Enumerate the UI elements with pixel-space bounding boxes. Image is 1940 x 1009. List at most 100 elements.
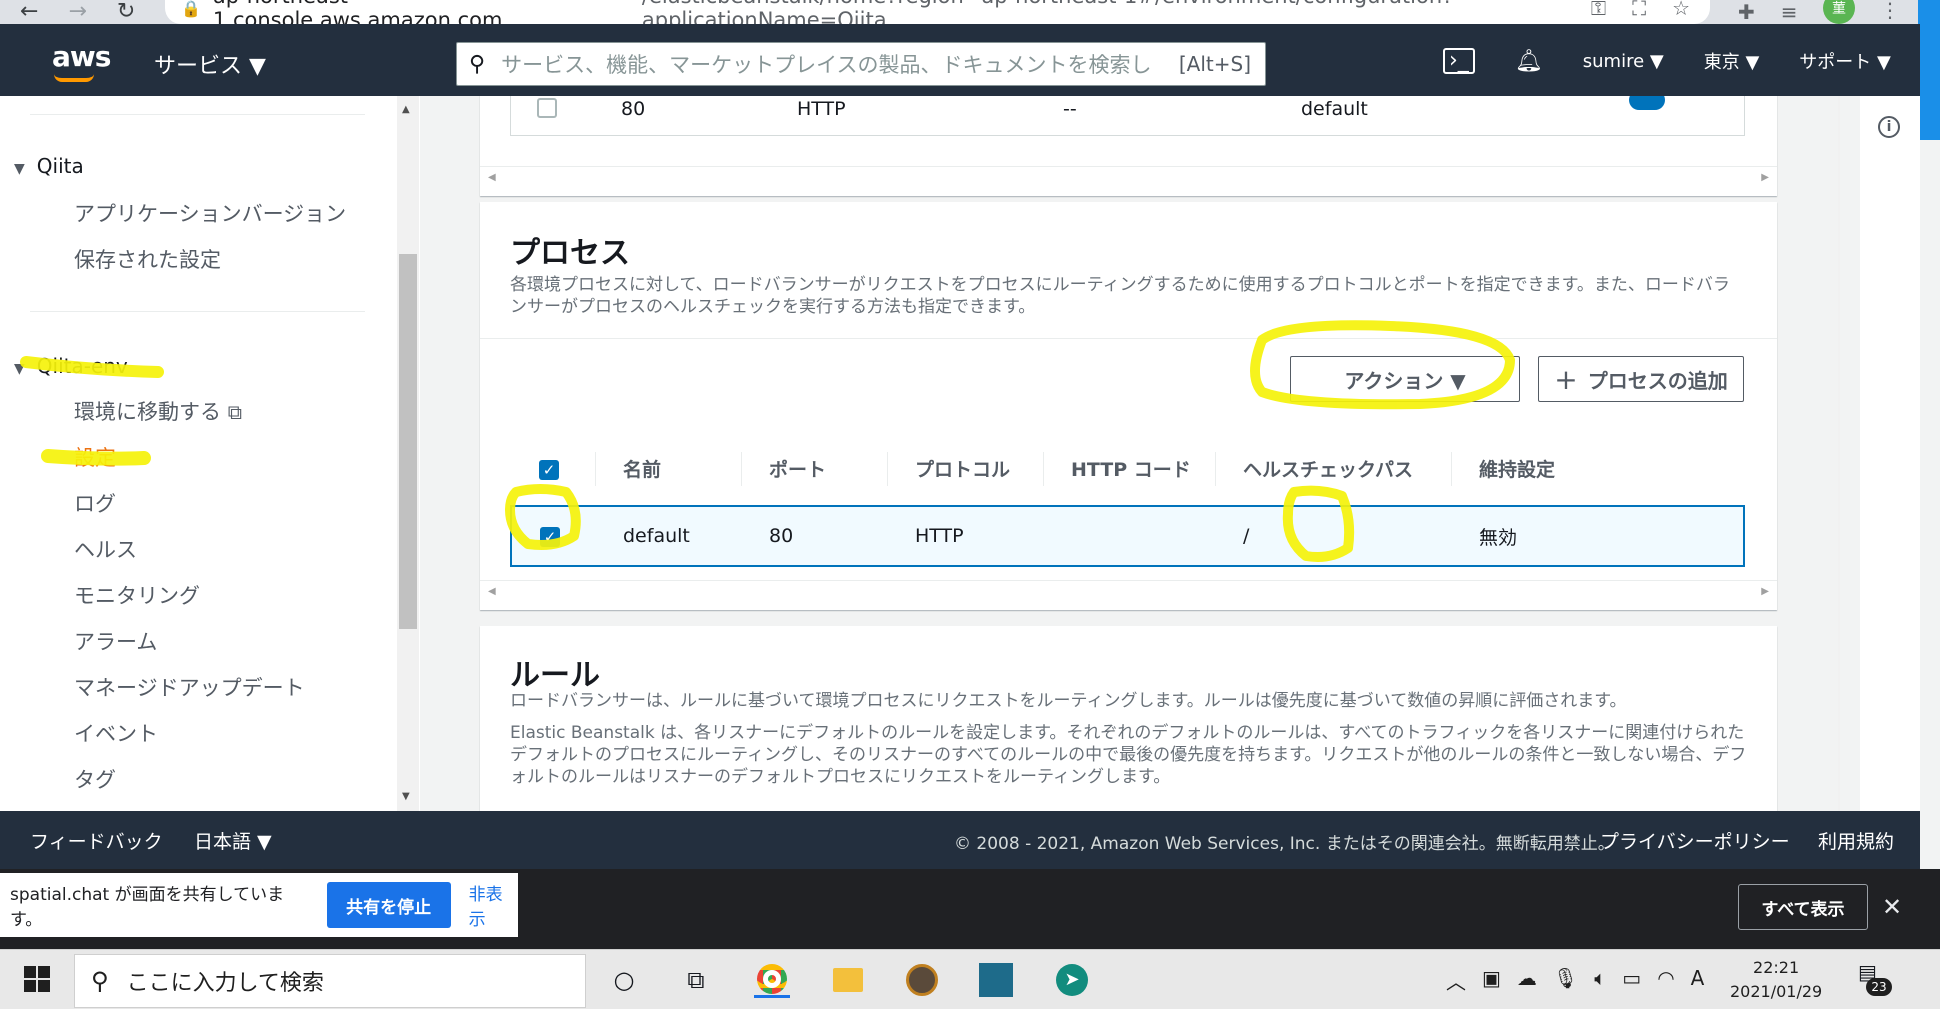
translate-icon[interactable]: ⛶ bbox=[1632, 0, 1646, 20]
col-name[interactable]: 名前 bbox=[595, 432, 741, 507]
region-menu[interactable]: 東京 ▼ bbox=[1704, 48, 1760, 74]
cell-stickiness: 無効 bbox=[1451, 505, 1745, 567]
main-scrollbar[interactable]: ▲ ▼ bbox=[1838, 96, 1840, 811]
clock-date: 2021/01/29 bbox=[1730, 982, 1823, 1001]
scroll-up-icon[interactable]: ▲ bbox=[402, 104, 410, 115]
privacy-link[interactable]: プライバシーポリシー bbox=[1600, 827, 1790, 854]
sidebar-item-managed-updates[interactable]: マネージドアップデート bbox=[74, 672, 305, 702]
processes-hscroll[interactable]: ◀ ▶ bbox=[480, 580, 1777, 602]
terms-link[interactable]: 利用規約 bbox=[1818, 827, 1894, 854]
stop-sharing-button[interactable]: 共有を停止 bbox=[326, 882, 451, 928]
col-port[interactable]: ポート bbox=[741, 432, 887, 507]
search-input[interactable]: サービス、機能、マーケットプレイスの製品、ドキュメントを検索し bbox=[501, 49, 1165, 79]
add-process-button[interactable]: + プロセスの追加 bbox=[1538, 356, 1744, 402]
browser-nav: ← → ↻ bbox=[0, 1, 160, 23]
listener-protocol: HTTP bbox=[797, 98, 846, 120]
wifi-icon[interactable]: ◠ bbox=[1657, 966, 1674, 995]
external-link-icon: ⧉ bbox=[227, 400, 242, 424]
table-row[interactable]: ✓ default 80 HTTP / 無効 bbox=[510, 505, 1745, 567]
kebab-menu-icon[interactable]: ⋮ bbox=[1880, 0, 1900, 22]
cloudshell-icon[interactable]: ›_ bbox=[1443, 48, 1475, 74]
col-health-path[interactable]: ヘルスチェックパス bbox=[1215, 432, 1451, 507]
show-all-button[interactable]: すべて表示 bbox=[1738, 884, 1868, 930]
listeners-card: 80 HTTP -- default ◀ ▶ bbox=[480, 96, 1777, 196]
col-protocol[interactable]: プロトコル bbox=[887, 432, 1043, 507]
col-stickiness[interactable]: 維持設定 bbox=[1451, 432, 1744, 507]
info-icon[interactable]: i bbox=[1878, 116, 1900, 138]
battery-icon[interactable]: ▭ bbox=[1622, 966, 1641, 995]
plus-icon: + bbox=[1554, 362, 1578, 396]
sidebar-item-events[interactable]: イベント bbox=[74, 718, 158, 748]
sidebar-item-tags[interactable]: タグ bbox=[74, 764, 116, 794]
listeners-hscroll[interactable]: ◀ ▶ bbox=[480, 166, 1777, 188]
volume-icon[interactable]: 🔈︎ bbox=[1594, 966, 1606, 995]
select-all-header[interactable]: ✓ bbox=[511, 432, 595, 507]
sidebar-item-app-versions[interactable]: アプリケーションバージョン bbox=[74, 198, 346, 228]
sidebar-item-logs[interactable]: ログ bbox=[74, 488, 116, 518]
bell-icon[interactable]: 🔔︎ bbox=[1515, 49, 1543, 74]
sidebar-item-saved-configs[interactable]: 保存された設定 bbox=[74, 244, 221, 274]
scroll-down-icon[interactable]: ▼ bbox=[402, 791, 410, 802]
sidebar-scrollbar[interactable]: ▲ ▼ bbox=[397, 96, 419, 811]
listener-toggle[interactable] bbox=[1629, 96, 1665, 110]
share-message: spatial.chat が画面を共有しています。 bbox=[10, 885, 285, 930]
app-badge-icon[interactable] bbox=[904, 962, 940, 998]
media-icon[interactable]: ≡ bbox=[1781, 0, 1798, 24]
app-sketch-icon[interactable] bbox=[978, 962, 1014, 998]
feedback-link[interactable]: フィードバック bbox=[30, 827, 163, 854]
browser-toolbar: ← → ↻ 🔒 ap-northeast-1.console.aws.amazo… bbox=[0, 0, 1940, 140]
sidebar-item-goto-env[interactable]: 環境に移動する ⧉ bbox=[74, 396, 242, 426]
close-icon[interactable]: ✕ bbox=[1882, 893, 1902, 921]
aws-logo[interactable]: aws bbox=[52, 40, 111, 82]
processes-card: プロセス 各環境プロセスに対して、ロードバランサーがリクエストをプロセスにルーテ… bbox=[480, 202, 1777, 610]
taskbar-search-input[interactable]: ここに入力して検索 bbox=[127, 965, 324, 997]
language-selector[interactable]: 日本語 ▼ bbox=[194, 827, 272, 854]
listener-checkbox[interactable] bbox=[537, 98, 557, 118]
user-menu[interactable]: sumire ▼ bbox=[1583, 51, 1664, 72]
sidebar-item-configuration[interactable]: 設定 bbox=[74, 442, 116, 472]
sidebar: ▼ Qiita アプリケーションバージョン 保存された設定 ▼ Qiita-env … bbox=[0, 96, 420, 811]
support-menu[interactable]: サポート ▼ bbox=[1799, 48, 1891, 74]
tray-app-icon[interactable]: ▣ bbox=[1482, 966, 1501, 995]
aws-search[interactable]: ⚲ サービス、機能、マーケットプレイスの製品、ドキュメントを検索し [Alt+S… bbox=[456, 42, 1266, 86]
row-select[interactable]: ✓ bbox=[510, 505, 595, 567]
profile-avatar[interactable]: 菫 bbox=[1823, 0, 1855, 24]
task-view-icon[interactable]: ⧉ bbox=[678, 962, 714, 998]
sidebar-divider bbox=[30, 114, 365, 115]
chrome-icon[interactable] bbox=[754, 962, 790, 998]
col-http-code[interactable]: HTTP コード bbox=[1043, 432, 1215, 507]
ime-indicator[interactable]: A bbox=[1691, 966, 1705, 995]
sidebar-group-app[interactable]: ▼ Qiita bbox=[14, 154, 84, 178]
sidebar-item-alarms[interactable]: アラーム bbox=[74, 626, 157, 656]
sidebar-item-monitoring[interactable]: モニタリング bbox=[74, 580, 200, 610]
forward-icon[interactable]: → bbox=[68, 1, 86, 23]
cloud-icon[interactable]: ☁ bbox=[1517, 966, 1537, 995]
key-icon[interactable]: ⚿ bbox=[1591, 0, 1606, 20]
taskbar-clock[interactable]: 22:21 2021/01/29 bbox=[1730, 956, 1822, 1004]
hide-button[interactable]: 非表示 bbox=[469, 880, 518, 930]
taskbar-search[interactable]: ⚲ ここに入力して検索 bbox=[74, 954, 586, 1008]
star-icon[interactable]: ☆ bbox=[1672, 0, 1690, 20]
notifications-icon[interactable]: ▤ 23 bbox=[1858, 960, 1892, 996]
mic-icon[interactable]: 🎙︎ bbox=[1553, 966, 1578, 995]
scroll-thumb[interactable] bbox=[399, 254, 417, 629]
actions-button[interactable]: アクション ▼ bbox=[1290, 356, 1520, 402]
notification-count: 23 bbox=[1866, 978, 1892, 996]
back-icon[interactable]: ← bbox=[20, 1, 38, 23]
select-all-checkbox[interactable]: ✓ bbox=[539, 459, 559, 480]
listener-cert: -- bbox=[1063, 98, 1077, 120]
puzzle-icon[interactable]: ✚ bbox=[1738, 0, 1755, 24]
windows-start-icon[interactable] bbox=[24, 966, 50, 992]
reload-icon[interactable]: ↻ bbox=[117, 1, 135, 23]
sidebar-item-health[interactable]: ヘルス bbox=[74, 534, 137, 564]
file-explorer-icon[interactable] bbox=[830, 962, 866, 998]
services-menu[interactable]: サービス ▼ bbox=[154, 48, 266, 80]
sidebar-group-env[interactable]: ▼ Qiita-env bbox=[14, 354, 128, 378]
cortana-icon[interactable]: ○ bbox=[606, 962, 642, 998]
right-panel bbox=[1860, 96, 1920, 811]
address-bar[interactable]: 🔒 ap-northeast-1.console.aws.amazon.com/… bbox=[165, 0, 1710, 32]
listener-process: default bbox=[1301, 98, 1368, 120]
tray-chevron-icon[interactable]: ︿ bbox=[1446, 966, 1466, 995]
app-send-icon[interactable]: ➤ bbox=[1054, 962, 1090, 998]
row-checkbox[interactable]: ✓ bbox=[540, 527, 560, 547]
